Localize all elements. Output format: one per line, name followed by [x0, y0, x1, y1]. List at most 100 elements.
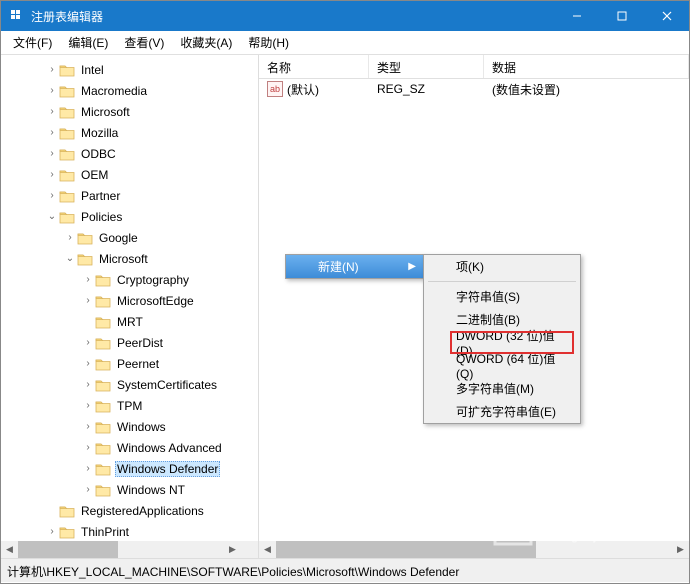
context-new[interactable]: 新建(N) ▶	[286, 255, 424, 278]
minimize-button[interactable]	[554, 1, 599, 31]
submenu-string[interactable]: 字符串值(S)	[424, 285, 580, 308]
tree-item-label: Cryptography	[115, 272, 191, 288]
tree-item[interactable]: › Windows Advanced	[1, 437, 258, 458]
menu-help[interactable]: 帮助(H)	[240, 32, 297, 53]
tree-item[interactable]: ›Google	[1, 227, 258, 248]
chevron-right-icon[interactable]: ›	[81, 379, 95, 390]
chevron-down-icon[interactable]: ⌄	[63, 253, 77, 264]
tree-item[interactable]: › Cryptography	[1, 269, 258, 290]
tree-item-label: PeerDist	[115, 335, 165, 351]
tree-item[interactable]: ⌄ Microsoft	[1, 248, 258, 269]
tree-item[interactable]: › SystemCertificates	[1, 374, 258, 395]
scroll-left-icon[interactable]: ◀	[1, 541, 18, 558]
context-menu: 新建(N) ▶	[285, 254, 425, 279]
tree-item[interactable]: ›OEM	[1, 164, 258, 185]
tree-item[interactable]: RegisteredApplications	[1, 500, 258, 521]
tree-item[interactable]: › Microsoft	[1, 101, 258, 122]
chevron-right-icon[interactable]: ›	[81, 442, 95, 453]
scroll-thumb[interactable]	[276, 541, 536, 558]
menu-edit[interactable]: 编辑(E)	[60, 32, 116, 53]
chevron-right-icon[interactable]: ›	[81, 400, 95, 411]
tree-item-label: Windows NT	[115, 482, 187, 498]
tree-item[interactable]: › Partner	[1, 185, 258, 206]
tree-pane: ›Intel›Macromedia›Microsoft›Mozilla›ODBC…	[1, 55, 259, 558]
close-button[interactable]	[644, 1, 689, 31]
context-new-label: 新建(N)	[318, 258, 359, 275]
folder-icon	[95, 315, 111, 329]
menu-view[interactable]: 查看(V)	[116, 32, 172, 53]
col-type[interactable]: 类型	[369, 55, 484, 78]
chevron-right-icon[interactable]: ›	[63, 232, 77, 243]
tree-item[interactable]: › Mozilla	[1, 122, 258, 143]
chevron-right-icon[interactable]: ›	[81, 295, 95, 306]
chevron-right-icon[interactable]: ›	[81, 421, 95, 432]
tree-item-label: SystemCertificates	[115, 377, 219, 393]
scroll-right-icon[interactable]: ▶	[672, 541, 689, 558]
tree-item[interactable]: ›TPM	[1, 395, 258, 416]
tree-item[interactable]: › PeerDist	[1, 332, 258, 353]
menubar: 文件(F) 编辑(E) 查看(V) 收藏夹(A) 帮助(H)	[1, 31, 689, 55]
menu-favorites[interactable]: 收藏夹(A)	[172, 32, 240, 53]
submenu-key[interactable]: 项(K)	[424, 255, 580, 278]
folder-icon	[77, 252, 93, 266]
tree-item-label: Microsoft	[97, 251, 150, 267]
tree-item[interactable]: › Windows NT	[1, 479, 258, 500]
chevron-right-icon[interactable]: ›	[45, 85, 59, 96]
string-value-icon: ab	[267, 81, 283, 97]
titlebar: 注册表编辑器	[1, 1, 689, 31]
tree-item-label: Intel	[79, 62, 106, 78]
tree-item[interactable]: ›Peernet	[1, 353, 258, 374]
chevron-down-icon[interactable]: ⌄	[45, 211, 59, 222]
chevron-right-icon[interactable]: ›	[45, 526, 59, 537]
tree-item-label: Windows Advanced	[115, 440, 224, 456]
chevron-right-icon[interactable]: ›	[81, 484, 95, 495]
tree-scrollbar-horizontal[interactable]: ◀ ▶	[1, 541, 241, 558]
chevron-right-icon[interactable]: ›	[81, 274, 95, 285]
chevron-right-icon[interactable]: ›	[45, 106, 59, 117]
tree-item[interactable]: ›ODBC	[1, 143, 258, 164]
folder-icon	[59, 84, 75, 98]
scroll-right-icon[interactable]: ▶	[224, 541, 241, 558]
folder-icon	[95, 378, 111, 392]
value-name: (默认)	[287, 81, 319, 98]
submenu-expand[interactable]: 可扩充字符串值(E)	[424, 400, 580, 423]
col-name[interactable]: 名称	[259, 55, 369, 78]
folder-icon	[95, 462, 111, 476]
main-split: ›Intel›Macromedia›Microsoft›Mozilla›ODBC…	[1, 55, 689, 558]
value-data: (数值未设置)	[484, 81, 689, 98]
folder-icon	[59, 189, 75, 203]
tree-item[interactable]: ⌄Policies	[1, 206, 258, 227]
scroll-corner	[241, 541, 258, 558]
tree-item-label: Mozilla	[79, 125, 120, 141]
menu-file[interactable]: 文件(F)	[5, 32, 60, 53]
list-body: ab (默认) REG_SZ (数值未设置)	[259, 79, 689, 99]
chevron-right-icon[interactable]: ›	[45, 127, 59, 138]
chevron-right-icon[interactable]: ›	[45, 148, 59, 159]
list-row[interactable]: ab (默认) REG_SZ (数值未设置)	[259, 79, 689, 99]
tree-item[interactable]: MRT	[1, 311, 258, 332]
chevron-right-icon[interactable]: ›	[45, 169, 59, 180]
tree-item[interactable]: ›ThinPrint	[1, 521, 258, 542]
tree-item[interactable]: ›MicrosoftEdge	[1, 290, 258, 311]
list-scrollbar-horizontal[interactable]: ◀ ▶	[259, 541, 689, 558]
tree-item[interactable]: ›Windows	[1, 416, 258, 437]
folder-icon	[59, 504, 75, 518]
chevron-right-icon[interactable]: ›	[81, 358, 95, 369]
col-data[interactable]: 数据	[484, 55, 689, 78]
folder-icon	[95, 399, 111, 413]
chevron-right-icon[interactable]: ›	[81, 337, 95, 348]
tree-item[interactable]: › Intel	[1, 59, 258, 80]
scroll-left-icon[interactable]: ◀	[259, 541, 276, 558]
tree-item-label: Partner	[79, 188, 122, 204]
folder-icon	[59, 105, 75, 119]
maximize-button[interactable]	[599, 1, 644, 31]
status-path: 计算机\HKEY_LOCAL_MACHINE\SOFTWARE\Policies…	[7, 565, 459, 579]
chevron-right-icon[interactable]: ›	[81, 463, 95, 474]
chevron-right-icon[interactable]: ›	[45, 64, 59, 75]
submenu-dword[interactable]: DWORD (32 位)值(D)	[424, 331, 580, 354]
tree-item[interactable]: ›Macromedia	[1, 80, 258, 101]
chevron-right-icon[interactable]: ›	[45, 190, 59, 201]
scroll-thumb[interactable]	[18, 541, 118, 558]
tree-item[interactable]: ›Windows Defender	[1, 458, 258, 479]
tree-item-label: Microsoft	[79, 104, 132, 120]
